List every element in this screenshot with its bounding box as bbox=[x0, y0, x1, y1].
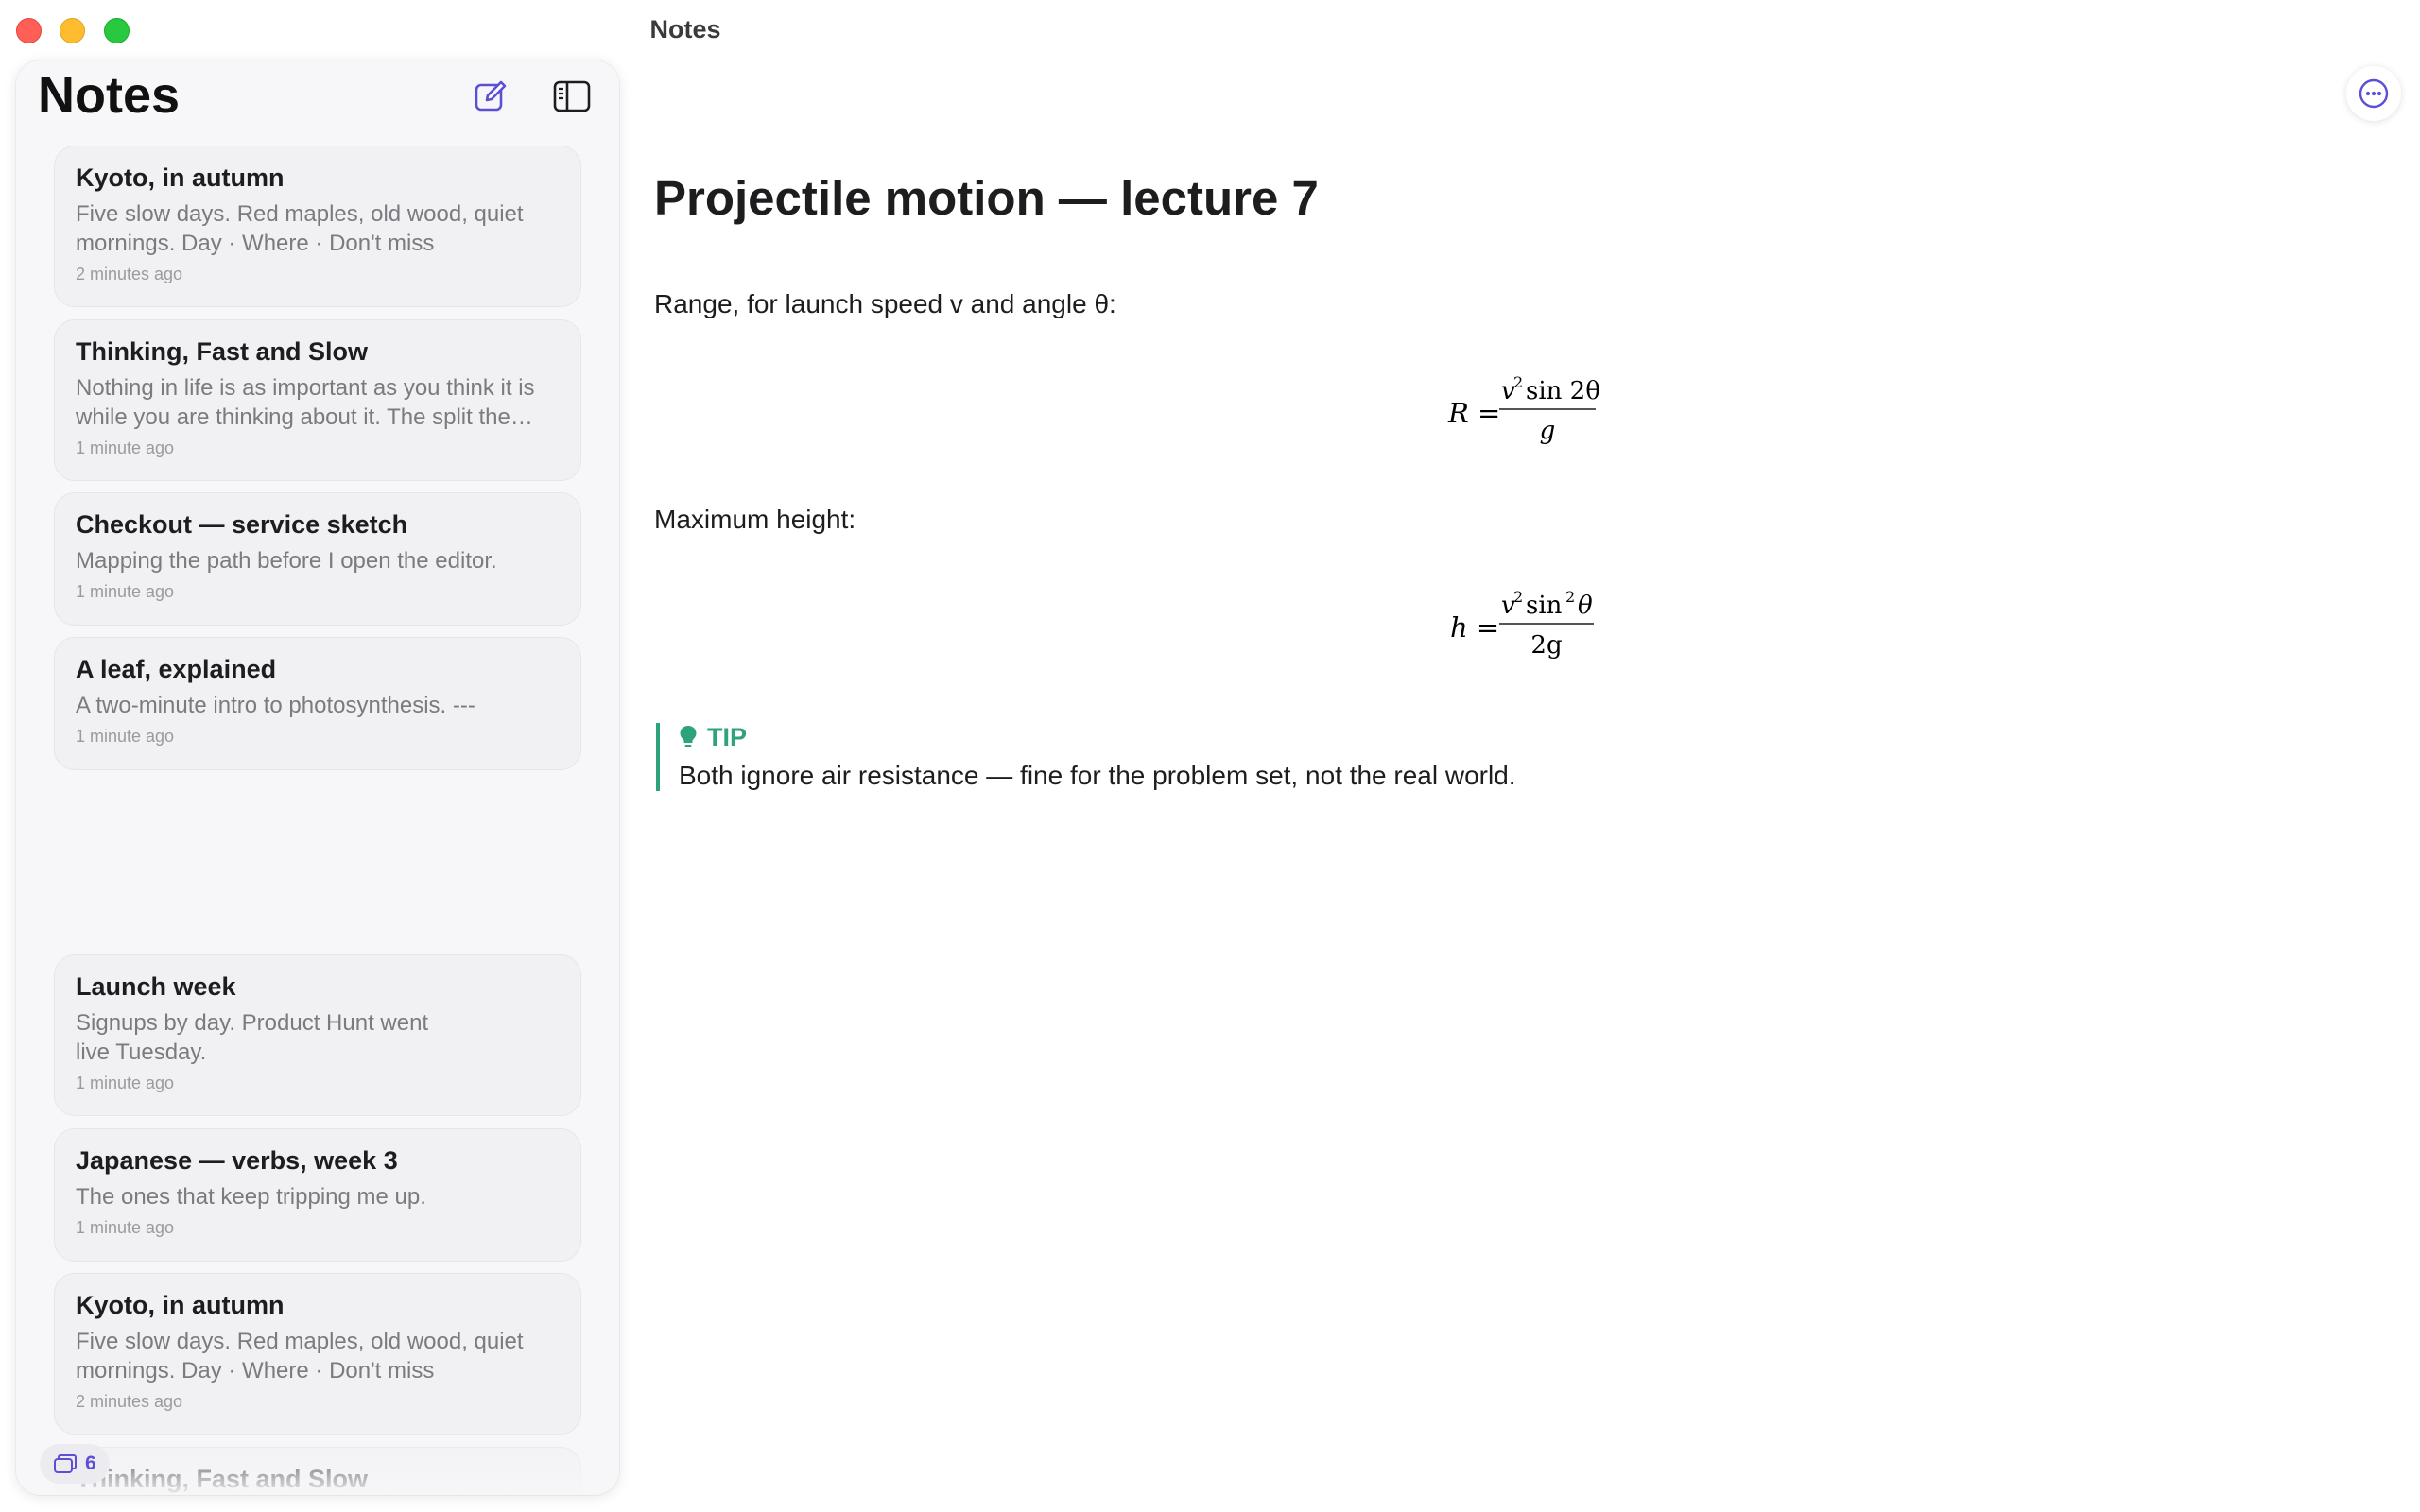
formula-sin-exponent: 2 bbox=[1565, 588, 1575, 606]
max-height-formula[interactable]: h = v 2 sin 2 θ 2g bbox=[1399, 581, 1645, 666]
formula-lhs: R = bbox=[1447, 397, 1500, 429]
note-title: Japanese — verbs, week 3 bbox=[76, 1146, 398, 1175]
compose-icon bbox=[475, 80, 507, 112]
paragraph[interactable]: Range, for launch speed v and angle θ: bbox=[654, 289, 1116, 319]
document-title[interactable]: Projectile motion — lecture 7 bbox=[654, 170, 1319, 226]
range-formula[interactable]: R = v 2 sin 2θ g bbox=[1399, 367, 1645, 452]
formula-numerator-exponent: 2 bbox=[1513, 588, 1523, 606]
note-preview: Signups by day. Product Hunt went live T… bbox=[76, 1010, 429, 1065]
paragraph[interactable]: Maximum height: bbox=[654, 505, 856, 535]
note-timestamp: 1 minute ago bbox=[76, 582, 175, 601]
notes-window: Notes Notes Kyoto, in autumn Five slow d… bbox=[0, 0, 2420, 1512]
note-title: Launch week bbox=[76, 972, 236, 1001]
note-card[interactable]: Thinking, Fast and Slow bbox=[54, 1447, 581, 1495]
toggle-sidebar-button[interactable] bbox=[549, 74, 595, 119]
callout-text: Both ignore air resistance — fine for th… bbox=[679, 761, 1516, 790]
note-preview: The ones that keep tripping me up. bbox=[76, 1184, 426, 1210]
formula-lhs: h = bbox=[1450, 611, 1499, 644]
new-note-button[interactable] bbox=[468, 74, 513, 119]
note-card[interactable]: Kyoto, in autumn Five slow days. Red map… bbox=[54, 146, 581, 307]
callout-label: TIP bbox=[707, 723, 748, 751]
lightbulb-icon bbox=[680, 726, 697, 747]
formula-numerator-sin: sin bbox=[1526, 592, 1563, 620]
note-title: Thinking, Fast and Slow bbox=[76, 337, 369, 366]
note-count: 6 bbox=[85, 1452, 96, 1474]
note-card[interactable]: Checkout — service sketch Mapping the pa… bbox=[54, 492, 581, 626]
note-title: Thinking, Fast and Slow bbox=[76, 1465, 369, 1493]
sidebar-title: Notes bbox=[38, 67, 181, 124]
notes-stack-icon bbox=[54, 1454, 77, 1473]
note-card[interactable]: Japanese — verbs, week 3 The ones that k… bbox=[54, 1128, 581, 1262]
formula-numerator-rest: sin 2θ bbox=[1526, 377, 1600, 405]
note-title: Kyoto, in autumn bbox=[76, 163, 285, 192]
note-title: Kyoto, in autumn bbox=[76, 1291, 285, 1319]
note-preview: Nothing in life is as important as you t… bbox=[76, 375, 535, 430]
note-card[interactable]: Thinking, Fast and Slow Nothing in life … bbox=[54, 319, 581, 481]
note-preview: A two-minute intro to photosynthesis. --… bbox=[76, 693, 475, 718]
notes-sidebar: Notes Kyoto, in autumn Five slow days. R… bbox=[16, 60, 619, 1495]
note-title: A leaf, explained bbox=[76, 655, 277, 683]
note-count-badge[interactable]: 6 bbox=[40, 1444, 110, 1484]
note-card[interactable]: Kyoto, in autumn Five slow days. Red map… bbox=[54, 1273, 581, 1435]
note-timestamp: 1 minute ago bbox=[76, 1074, 175, 1092]
ellipsis-circle-icon bbox=[2359, 78, 2389, 109]
note-timestamp: 1 minute ago bbox=[76, 727, 175, 746]
tip-callout[interactable]: TIP Both ignore air resistance — fine fo… bbox=[656, 723, 1516, 791]
formula-denominator: g bbox=[1540, 417, 1556, 445]
formula-denominator: 2g bbox=[1530, 631, 1562, 660]
note-timestamp: 1 minute ago bbox=[76, 438, 175, 457]
note-timestamp: 1 minute ago bbox=[76, 1218, 175, 1237]
formula-numerator-exponent: 2 bbox=[1513, 373, 1523, 391]
sidebar-icon bbox=[553, 80, 591, 112]
callout-header: TIP bbox=[679, 723, 1516, 751]
window-title: Notes bbox=[649, 15, 721, 43]
more-options-button[interactable] bbox=[2346, 66, 2401, 121]
note-card[interactable]: A leaf, explained A two-minute intro to … bbox=[54, 637, 581, 770]
note-preview: Five slow days. Red maples, old wood, qu… bbox=[76, 1329, 524, 1383]
note-title: Checkout — service sketch bbox=[76, 510, 408, 539]
note-timestamp: 2 minutes ago bbox=[76, 265, 183, 284]
formula-numerator-theta: θ bbox=[1578, 592, 1593, 620]
note-preview: Mapping the path before I open the edito… bbox=[76, 548, 497, 574]
note-preview: Five slow days. Red maples, old wood, qu… bbox=[76, 201, 524, 256]
note-timestamp: 2 minutes ago bbox=[76, 1392, 183, 1411]
note-card[interactable]: Launch week Signups by day. Product Hunt… bbox=[54, 954, 581, 1116]
